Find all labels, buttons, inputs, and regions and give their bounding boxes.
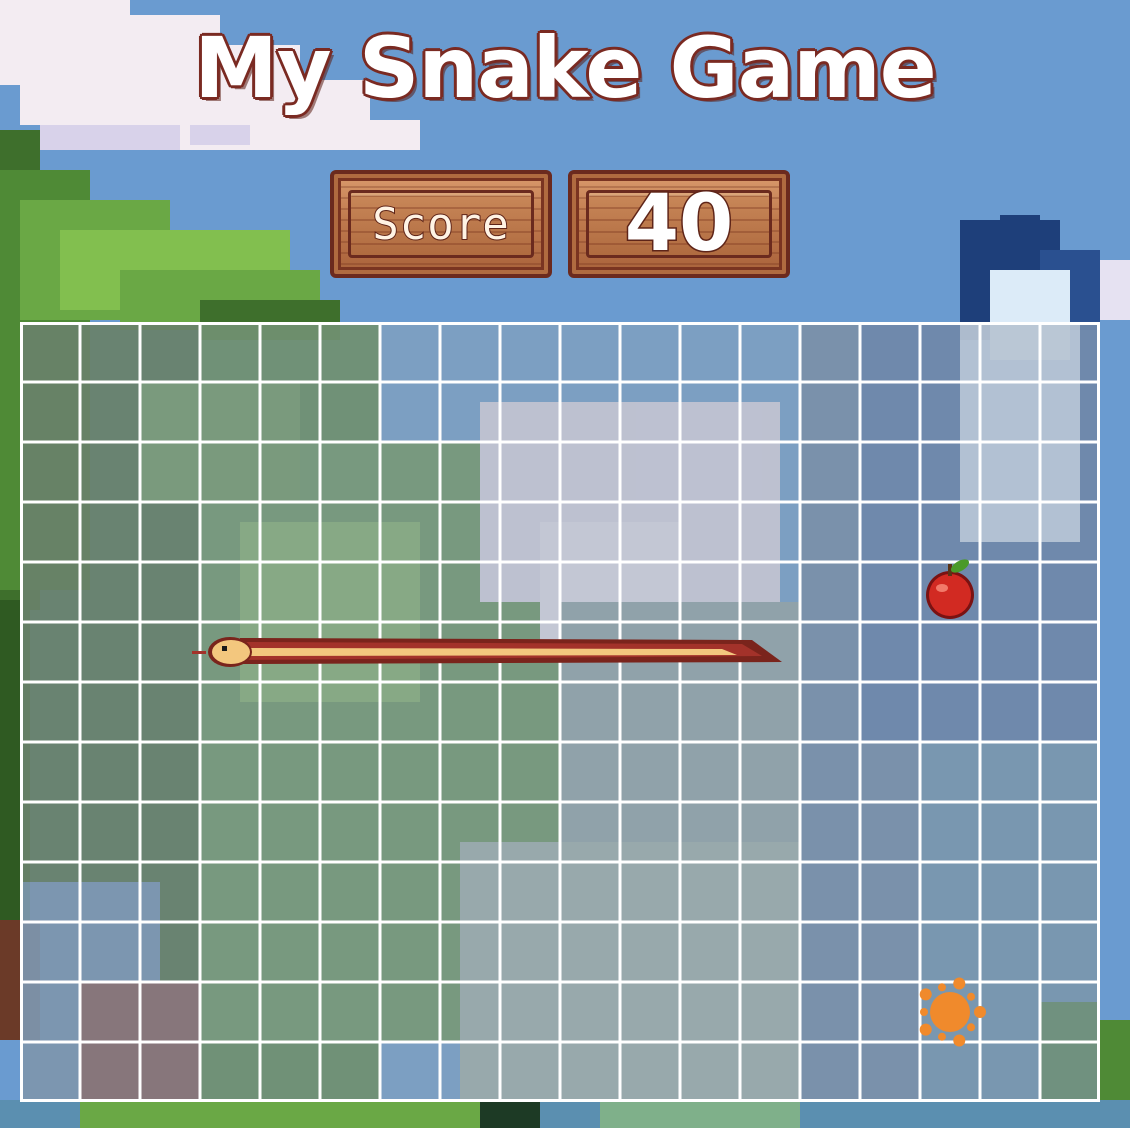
grid-lines (20, 322, 1100, 1102)
splat-droplet (920, 1008, 928, 1016)
snake-tongue (192, 651, 206, 654)
score-label-plaque: Score (330, 170, 552, 278)
apple-shine (936, 584, 948, 592)
splat-droplet (937, 1032, 946, 1041)
game-title: My Snake Game (193, 18, 939, 119)
snake-head (212, 640, 250, 664)
snake-belly (240, 648, 737, 656)
snake-eye (222, 646, 227, 651)
splat-droplet (974, 1006, 986, 1018)
splat-droplet (953, 977, 966, 990)
snake (192, 637, 782, 667)
apple-body (929, 574, 971, 616)
score-value: 40 (623, 179, 735, 269)
splat-droplet (937, 983, 946, 992)
splat-droplet (967, 992, 976, 1001)
splat-center (930, 992, 970, 1032)
orange-splat-icon (919, 977, 986, 1047)
apple-icon (926, 559, 974, 619)
splat-droplet (919, 988, 932, 1001)
score-value-plaque: 40 (568, 170, 790, 278)
splat-droplet (919, 1023, 932, 1036)
score-label-panel: Score (348, 190, 534, 258)
score-value-panel: 40 (586, 184, 772, 265)
score-label: Score (371, 198, 510, 251)
game-board[interactable] (20, 322, 1100, 1102)
splat-droplet (967, 1023, 976, 1032)
splat-droplet (953, 1034, 966, 1047)
board-grid (20, 322, 1100, 1102)
